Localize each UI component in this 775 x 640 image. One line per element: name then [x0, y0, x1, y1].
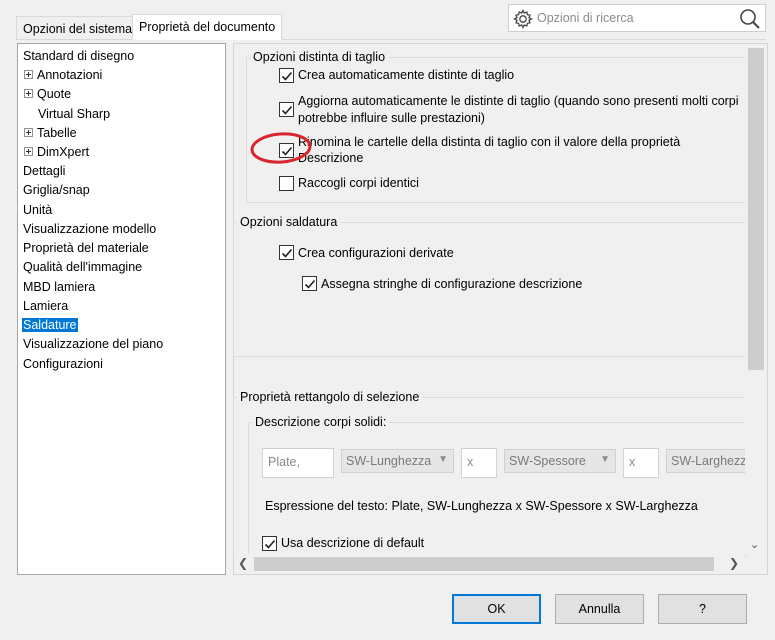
chevron-down-icon: ▼	[438, 454, 448, 465]
tree-item-dimxpert[interactable]: DimXpert	[24, 143, 89, 161]
tree-item-lamiera[interactable]: Lamiera	[23, 297, 68, 315]
vertical-scrollbar[interactable]: ⌄	[745, 44, 767, 554]
highlight-circle	[250, 132, 312, 164]
expand-icon[interactable]	[24, 147, 33, 157]
tree-item-tabelle[interactable]: Tabelle	[24, 124, 77, 142]
text-expression: Espressione del testo: Plate, SW-Lunghez…	[265, 499, 698, 513]
auto-cut-list-checkbox[interactable]	[279, 68, 294, 83]
tree-item-configurazioni[interactable]: Configurazioni	[23, 355, 103, 373]
vertical-scroll-thumb[interactable]	[748, 48, 764, 370]
search-input[interactable]: Opzioni di ricerca	[537, 11, 634, 25]
expand-icon[interactable]	[24, 70, 33, 80]
horizontal-scrollbar[interactable]: ❮ ❯	[234, 554, 745, 574]
scroll-left-icon[interactable]: ❮	[238, 556, 248, 570]
tree-item-mbd-lamiera[interactable]: MBD lamiera	[23, 278, 95, 296]
tree-item-griglia[interactable]: Griglia/snap	[23, 181, 90, 199]
thickness-property-value: SW-Spessore	[509, 454, 586, 468]
tree-item-visualizzazione-piano[interactable]: Visualizzazione del piano	[23, 335, 163, 353]
scroll-down-icon[interactable]: ⌄	[750, 538, 759, 551]
tree-item-annotazioni[interactable]: Annotazioni	[24, 66, 102, 84]
magnifier-icon[interactable]	[737, 7, 763, 31]
category-tree: Standard di disegno Annotazioni Quote Vi…	[17, 43, 226, 575]
chevron-down-icon: ▼	[600, 454, 610, 465]
use-default-description-checkbox[interactable]	[262, 536, 277, 551]
tab-document-properties[interactable]: Proprietà del documento	[132, 14, 282, 40]
tree-item-standard[interactable]: Standard di disegno	[23, 47, 134, 65]
assign-config-description-label: Assegna stringhe di configurazione descr…	[321, 277, 583, 291]
gear-icon[interactable]	[511, 7, 535, 31]
search-box[interactable]: Opzioni di ricerca	[508, 4, 766, 32]
collect-identical-bodies-checkbox[interactable]	[279, 176, 294, 191]
tab-system-options[interactable]: Opzioni del sistema	[16, 16, 133, 40]
expand-icon[interactable]	[24, 128, 33, 138]
auto-cut-list-label: Crea automaticamente distinte di taglio	[298, 68, 515, 82]
tree-item-visualizzazione-modello[interactable]: Visualizzazione modello	[23, 220, 156, 238]
separator-field-1[interactable]: x	[461, 448, 497, 478]
separator-field-2[interactable]: x	[623, 448, 659, 478]
tree-item-dettagli[interactable]: Dettagli	[23, 162, 65, 180]
create-derived-configs-label: Crea configurazioni derivate	[298, 246, 454, 260]
cancel-button[interactable]: Annulla	[555, 594, 644, 624]
ok-button[interactable]: OK	[452, 594, 541, 624]
cut-list-group-title: Opzioni distinta di taglio	[250, 50, 389, 64]
bounding-box-group-title: Proprietà rettangolo di selezione	[237, 390, 423, 404]
tree-item-virtual-sharp[interactable]: Virtual Sharp	[38, 105, 110, 123]
scroll-right-icon[interactable]: ❯	[729, 556, 739, 570]
tree-item-unita[interactable]: Unità	[23, 201, 52, 219]
description-prefix-field[interactable]: Plate,	[262, 448, 334, 478]
collect-identical-bodies-label: Raccogli corpi identici	[298, 176, 419, 190]
auto-update-cut-list-label-2: potrebbe influire sulle prestazioni)	[298, 111, 485, 125]
tree-item-saldature[interactable]: Saldature	[22, 316, 78, 334]
tree-item-qualita-immagine[interactable]: Qualità dell'immagine	[23, 258, 142, 276]
width-property-combo[interactable]: SW-Larghezza	[666, 449, 746, 473]
length-property-combo[interactable]: SW-Lunghezza ▼	[341, 449, 454, 473]
auto-update-cut-list-label-1: Aggiorna automaticamente le distinte di …	[298, 94, 739, 108]
weldment-group-title: Opzioni saldatura	[237, 215, 341, 229]
assign-config-description-checkbox[interactable]	[302, 276, 317, 291]
width-property-value: SW-Larghezza	[671, 454, 746, 468]
horizontal-scroll-thumb[interactable]	[254, 557, 714, 571]
create-derived-configs-checkbox[interactable]	[279, 245, 294, 260]
thickness-property-combo[interactable]: SW-Spessore ▼	[504, 449, 616, 473]
tab-divider	[16, 39, 766, 40]
length-property-value: SW-Lunghezza	[346, 454, 432, 468]
tree-item-quote[interactable]: Quote	[24, 85, 71, 103]
rename-cut-list-folders-label-1: Rinomina le cartelle della distinta di t…	[298, 135, 681, 149]
expand-icon[interactable]	[24, 89, 33, 99]
help-button[interactable]: ?	[658, 594, 747, 624]
solid-bodies-description-title: Descrizione corpi solidi:	[252, 415, 390, 429]
use-default-description-label: Usa descrizione di default	[281, 536, 425, 550]
auto-update-cut-list-checkbox[interactable]	[279, 102, 294, 117]
tree-item-proprieta-materiale[interactable]: Proprietà del materiale	[23, 239, 149, 257]
